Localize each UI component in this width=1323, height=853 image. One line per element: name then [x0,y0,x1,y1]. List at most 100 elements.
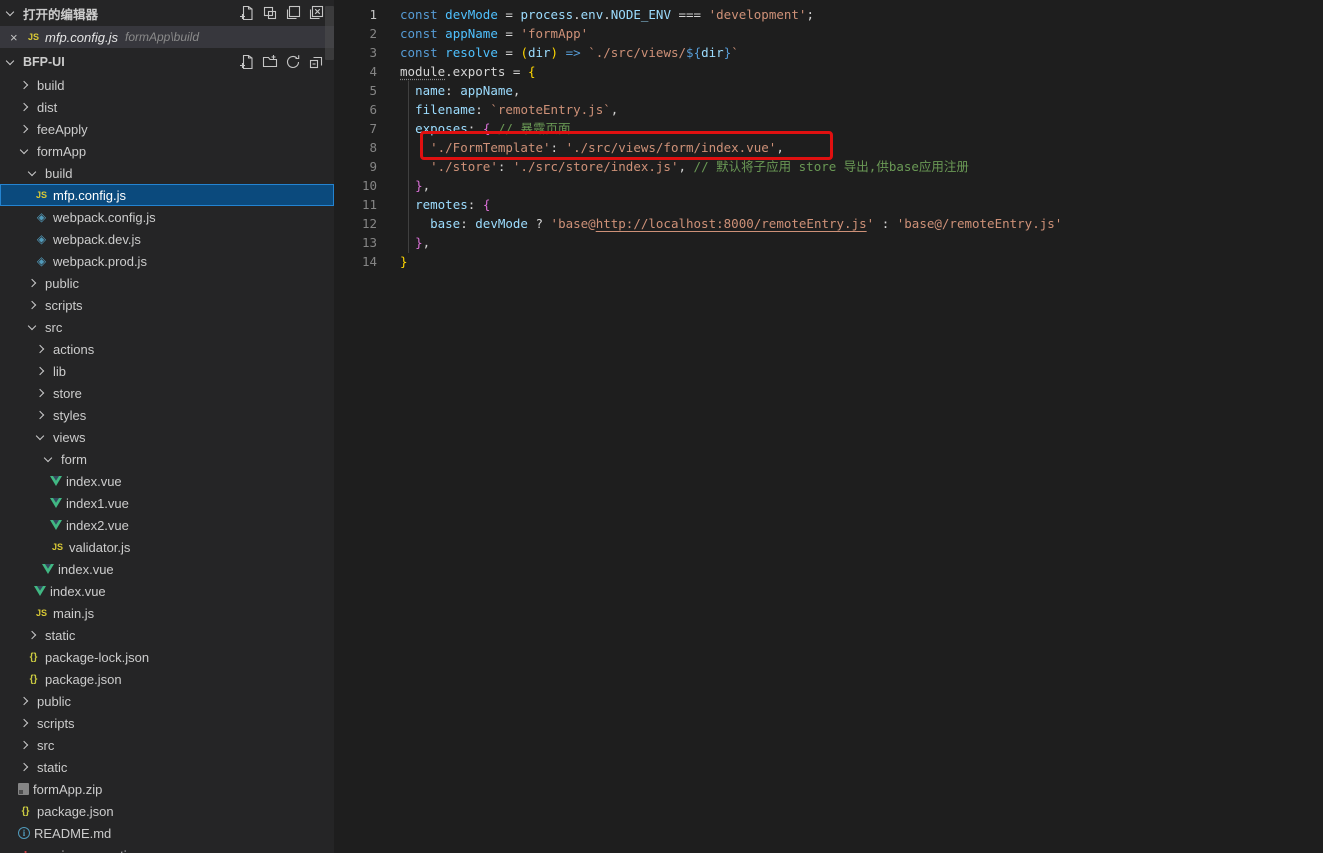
tree-file-package-lock.json[interactable]: {} package-lock.json [0,646,334,668]
code-line-14[interactable]: 14} [334,252,1323,271]
line-number: 10 [334,176,377,195]
tree-item-label: form [61,452,87,467]
tree-file-README.md[interactable]: iREADME.md [0,822,334,844]
new-untitled-file-icon[interactable] [239,5,255,21]
tree-folder-form[interactable]: form [0,448,334,470]
close-icon[interactable]: × [10,30,26,45]
code-line-1[interactable]: 1const devMode = process.env.NODE_ENV ==… [334,5,1323,24]
tree-file-package.json[interactable]: {}package.json [0,800,334,822]
tree-folder-styles[interactable]: styles [0,404,334,426]
tree-file-index1.vue[interactable]: index1.vue [0,492,334,514]
tree-folder-dist[interactable]: dist [0,96,334,118]
line-content: './FormTemplate': './src/views/form/inde… [377,138,784,157]
code-line-11[interactable]: 11 remotes: { [334,195,1323,214]
chevron-right-icon [20,103,28,111]
tree-folder-actions[interactable]: actions [0,338,334,360]
tree-folder-formApp[interactable]: formApp [0,140,334,162]
tree-file-main.js[interactable]: JSmain.js [0,602,334,624]
tree-item-label: index.vue [50,584,106,599]
code-line-6[interactable]: 6 filename: `remoteEntry.js`, [334,100,1323,119]
refresh-icon[interactable] [285,54,301,70]
line-number: 13 [334,233,377,252]
line-content: module.exports = { [377,62,535,81]
tree-folder-static[interactable]: static [0,624,334,646]
tree-item-label: scripts [45,298,83,313]
tree-file-version.properties[interactable]: !version.properties [0,844,334,853]
new-file-icon[interactable] [239,54,255,70]
chevron-right-icon [28,301,36,309]
sidebar-scrollbar[interactable] [325,6,334,60]
tree-file-index.vue[interactable]: index.vue [0,470,334,492]
code-line-13[interactable]: 13 }, [334,233,1323,252]
open-editor-filename: mfp.config.js [45,30,118,45]
tree-file-index2.vue[interactable]: index2.vue [0,514,334,536]
toggle-editor-layout-icon[interactable] [262,5,278,21]
tree-item-label: package-lock.json [45,650,149,665]
tree-item-label: index.vue [66,474,122,489]
tree-folder-views[interactable]: views [0,426,334,448]
open-editor-item[interactable]: × JS mfp.config.js formApp\build [0,26,334,48]
chevron-right-icon [28,279,36,287]
tree-item-label: README.md [34,826,111,841]
tree-item-label: src [37,738,54,753]
js-file-icon: JS [50,540,65,554]
code-line-8[interactable]: 8 './FormTemplate': './src/views/form/in… [334,138,1323,157]
line-number: 12 [334,214,377,233]
save-all-icon[interactable] [285,5,301,21]
explorer-section-header[interactable]: BFP-UI [0,50,334,74]
code-line-5[interactable]: 5 name: appName, [334,81,1323,100]
vue-file-icon [50,498,62,508]
open-editors-header[interactable]: 打开的编辑器 [0,0,334,26]
tree-file-package.json[interactable]: {}package.json [0,668,334,690]
tree-file-mfp.config.js[interactable]: JSmfp.config.js [0,184,334,206]
line-content: exposes: { // 暴露页面 [377,119,570,138]
tree-file-webpack.dev.js[interactable]: ◈webpack.dev.js [0,228,334,250]
code-area[interactable]: 1const devMode = process.env.NODE_ENV ==… [334,0,1323,271]
tree-folder-src[interactable]: src [0,734,334,756]
code-line-3[interactable]: 3const resolve = (dir) => `./src/views/$… [334,43,1323,62]
tree-folder-store[interactable]: store [0,382,334,404]
tree-folder-lib[interactable]: lib [0,360,334,382]
tree-file-formApp.zip[interactable]: formApp.zip [0,778,334,800]
tree-folder-public[interactable]: public [0,272,334,294]
tree-folder-scripts[interactable]: scripts [0,712,334,734]
code-line-2[interactable]: 2const appName = 'formApp' [334,24,1323,43]
json-file-icon: {} [26,672,41,686]
tree-folder-build[interactable]: build [0,162,334,184]
line-content: }, [377,176,430,195]
open-editors-title: 打开的编辑器 [23,4,239,23]
tree-folder-scripts[interactable]: scripts [0,294,334,316]
editor-pane: 1const devMode = process.env.NODE_ENV ==… [334,0,1323,853]
code-line-4[interactable]: 4module.exports = { [334,62,1323,81]
tree-item-label: formApp [37,144,86,159]
tree-file-validator.js[interactable]: JSvalidator.js [0,536,334,558]
line-content: './store': './src/store/index.js', // 默认… [377,157,969,176]
tree-file-webpack.config.js[interactable]: ◈webpack.config.js [0,206,334,228]
tree-file-webpack.prod.js[interactable]: ◈webpack.prod.js [0,250,334,272]
tree-item-label: lib [53,364,66,379]
line-content: name: appName, [377,81,520,100]
line-number: 14 [334,252,377,271]
tree-folder-public[interactable]: public [0,690,334,712]
tree-folder-src[interactable]: src [0,316,334,338]
new-folder-icon[interactable] [262,54,278,70]
json-file-icon: {} [26,650,41,664]
line-number: 8 [334,138,377,157]
line-number: 11 [334,195,377,214]
tree-folder-static[interactable]: static [0,756,334,778]
tree-file-index.vue[interactable]: index.vue [0,558,334,580]
tree-folder-feeApply[interactable]: feeApply [0,118,334,140]
code-line-12[interactable]: 12 base: devMode ? 'base@http://localhos… [334,214,1323,233]
collapse-folders-icon[interactable] [308,54,324,70]
code-line-7[interactable]: 7 exposes: { // 暴露页面 [334,119,1323,138]
tree-item-label: webpack.prod.js [53,254,147,269]
chevron-right-icon [20,125,28,133]
tree-item-label: views [53,430,86,445]
code-line-10[interactable]: 10 }, [334,176,1323,195]
tree-folder-build[interactable]: build [0,74,334,96]
close-all-editors-icon[interactable] [308,5,324,21]
chevron-right-icon [28,631,36,639]
code-line-9[interactable]: 9 './store': './src/store/index.js', // … [334,157,1323,176]
tree-file-index.vue[interactable]: index.vue [0,580,334,602]
explorer-sidebar: 打开的编辑器 × JS mfp.config.js formApp\build … [0,0,334,853]
